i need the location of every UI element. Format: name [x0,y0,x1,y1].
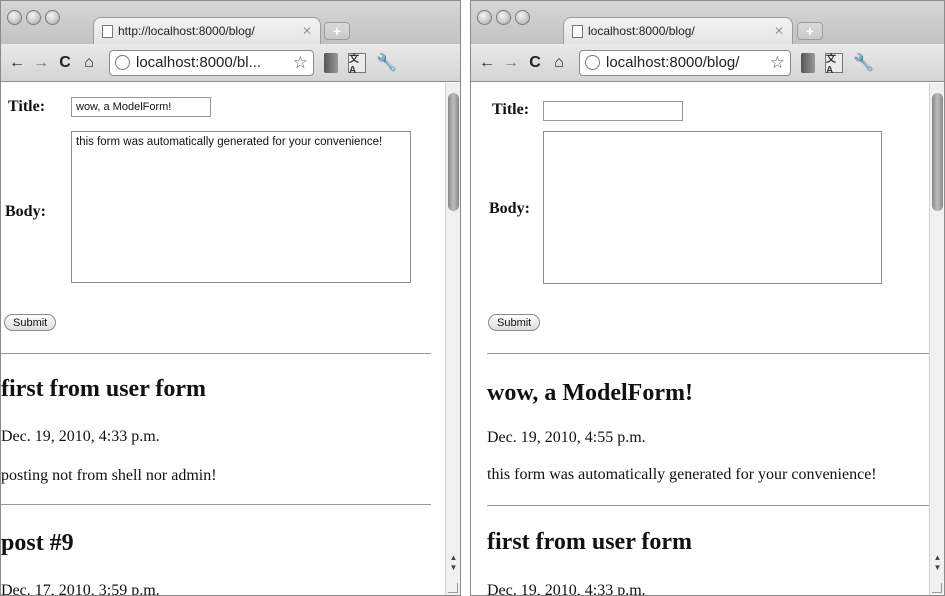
browser-window-left: http://localhost:8000/blog/ ✕ + ← → C ⌂ … [0,0,461,596]
forward-icon[interactable]: → [501,52,521,74]
reload-icon[interactable]: C [55,52,75,74]
url-text: localhost:8000/blog/ [606,54,740,71]
globe-icon [585,55,600,70]
toolbar: ← → C ⌂ localhost:8000/blog/ ☆ 文A 🔧 [471,44,944,82]
submit-button[interactable]: Submit [488,314,541,331]
back-icon[interactable]: ← [7,52,27,74]
browser-tab[interactable]: http://localhost:8000/blog/ ✕ [93,17,321,44]
reload-icon[interactable]: C [525,52,545,74]
body-textarea[interactable]: this form was automatically generated fo… [71,131,411,283]
minimize-window-button[interactable] [496,10,511,25]
divider [1,504,431,505]
address-bar[interactable]: localhost:8000/blog/ ☆ [579,49,791,76]
zoom-window-button[interactable] [515,10,530,25]
translate-icon[interactable]: 文A [348,52,366,76]
address-bar[interactable]: localhost:8000/bl... ☆ [109,49,314,76]
resize-grip-icon[interactable] [932,583,942,593]
post-date: Dec. 19, 2010, 4:55 p.m. [487,429,646,446]
globe-icon [115,55,130,70]
scroll-thumb[interactable] [448,93,459,211]
scroll-arrows-icon[interactable]: ▲ ▼ [932,553,943,573]
post-title: first from user form [487,529,693,555]
translate-icon[interactable]: 文A [825,52,843,76]
browser-tab[interactable]: localhost:8000/blog/ ✕ [563,17,793,44]
divider [1,353,431,354]
scroll-arrows-icon[interactable]: ▲ ▼ [448,553,459,573]
tab-close-icon[interactable]: ✕ [774,24,784,38]
home-icon[interactable]: ⌂ [549,52,569,74]
page-content: Title: Body: Submit wow, a ModelForm! De… [471,83,929,595]
url-text: localhost:8000/bl... [136,54,262,71]
wrench-icon[interactable]: 🔧 [853,53,874,73]
body-label: Body: [489,200,530,217]
title-input[interactable] [71,97,211,117]
back-icon[interactable]: ← [477,52,497,74]
divider [487,353,929,354]
post-body: this form was automatically generated fo… [487,466,877,483]
post-title: first from user form [1,376,207,402]
post-date: Dec. 19, 2010, 4:33 p.m. [487,582,646,595]
forward-icon[interactable]: → [31,52,51,74]
vertical-scrollbar[interactable]: ▲ ▼ [445,83,460,595]
home-icon[interactable]: ⌂ [79,52,99,74]
divider [487,505,929,506]
title-label: Title: [492,101,530,118]
scroll-thumb[interactable] [932,93,943,211]
star-icon[interactable]: ☆ [770,53,785,73]
tab-strip: localhost:8000/blog/ ✕ + [471,1,944,44]
toolbar: ← → C ⌂ localhost:8000/bl... ☆ 文A 🔧 [1,44,460,82]
window-controls [477,10,530,25]
document-icon [102,24,113,38]
post-date: Dec. 17, 2010, 3:59 p.m. [1,582,160,595]
post-title: post #9 [1,530,74,556]
book-icon[interactable] [801,52,815,73]
window-controls [7,10,60,25]
submit-button[interactable]: Submit [4,314,57,331]
post-date: Dec. 19, 2010, 4:33 p.m. [1,428,160,445]
wrench-icon[interactable]: 🔧 [376,53,397,73]
new-tab-button[interactable]: + [324,22,350,40]
post-body: posting not from shell nor admin! [1,467,217,484]
tab-strip: http://localhost:8000/blog/ ✕ + [1,1,460,44]
page-content: Title: Body: this form was automatically… [1,83,445,595]
title-label: Title: [8,98,46,115]
close-window-button[interactable] [477,10,492,25]
resize-grip-icon[interactable] [448,583,458,593]
body-label: Body: [5,203,46,220]
tab-close-icon[interactable]: ✕ [302,24,312,38]
tab-title: http://localhost:8000/blog/ [118,24,255,38]
minimize-window-button[interactable] [26,10,41,25]
close-window-button[interactable] [7,10,22,25]
browser-window-right: localhost:8000/blog/ ✕ + ← → C ⌂ localho… [470,0,945,596]
new-tab-button[interactable]: + [797,22,823,40]
title-input[interactable] [543,101,683,121]
tab-title: localhost:8000/blog/ [588,24,695,38]
body-textarea[interactable] [543,131,882,284]
zoom-window-button[interactable] [45,10,60,25]
book-icon[interactable] [324,52,338,73]
post-title: wow, a ModelForm! [487,380,693,406]
star-icon[interactable]: ☆ [293,53,308,73]
document-icon [572,24,583,38]
vertical-scrollbar[interactable]: ▲ ▼ [929,83,944,595]
